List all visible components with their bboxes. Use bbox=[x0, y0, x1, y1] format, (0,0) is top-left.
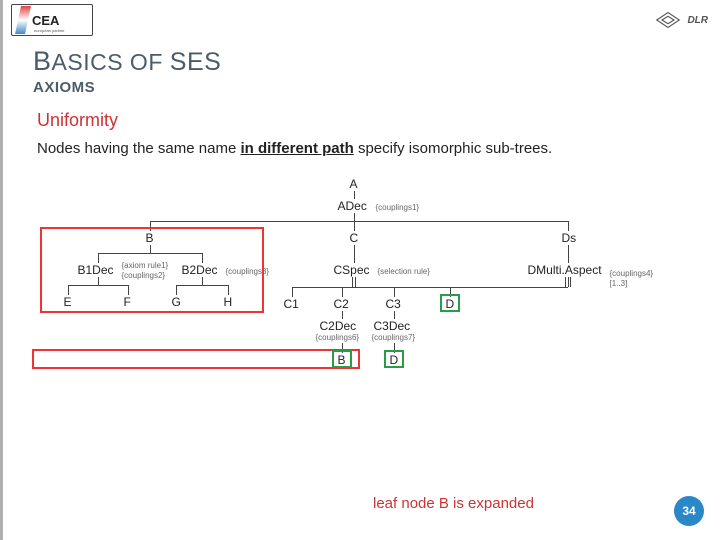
diagram-caption: leaf node B is expanded bbox=[373, 495, 534, 512]
highlight-D-leaf bbox=[384, 350, 404, 368]
page-number: 34 bbox=[674, 496, 704, 526]
content-section: Uniformity Nodes having the same name in… bbox=[3, 96, 720, 417]
ann-range: [1..3] bbox=[610, 279, 628, 288]
highlight-B-leaf bbox=[332, 350, 352, 368]
highlight-expansion-link bbox=[32, 349, 360, 369]
page-title: BASICS OF SES bbox=[33, 46, 720, 77]
node-C: C bbox=[350, 231, 359, 245]
slide-header: CEA european partner DLR bbox=[3, 0, 720, 38]
node-C1: C1 bbox=[284, 297, 299, 311]
ann-couplings6: {couplings6} bbox=[316, 333, 360, 342]
ann-couplings1: {couplings1} bbox=[376, 203, 420, 212]
node-C3: C3 bbox=[386, 297, 401, 311]
node-CSpec: CSpec bbox=[334, 263, 370, 277]
body-text: Nodes having the same name in different … bbox=[37, 139, 690, 159]
ann-couplings7: {couplings7} bbox=[372, 333, 416, 342]
node-DMultiAspect: DMulti.Aspect bbox=[528, 263, 602, 277]
title-block: BASICS OF SES AXIOMS bbox=[3, 38, 720, 96]
node-Ds: Ds bbox=[562, 231, 577, 245]
section-title: Uniformity bbox=[37, 110, 690, 131]
cea-logo: CEA european partner bbox=[11, 4, 93, 36]
highlight-B-subtree bbox=[40, 227, 264, 313]
node-C3Dec: C3Dec bbox=[374, 319, 411, 333]
ann-selection-rule: {selection rule} bbox=[378, 267, 430, 276]
ann-couplings4: {couplings4} bbox=[610, 269, 654, 278]
node-C2Dec: C2Dec bbox=[320, 319, 357, 333]
node-ADec: ADec bbox=[338, 199, 367, 213]
cea-logo-text: CEA bbox=[32, 14, 59, 27]
dlr-icon bbox=[653, 8, 683, 32]
tree-diagram: A ADec {couplings1} B C Ds B1Dec {axiom … bbox=[54, 177, 674, 417]
dlr-logo: DLR bbox=[653, 8, 708, 32]
highlight-D bbox=[440, 294, 460, 312]
node-C2: C2 bbox=[334, 297, 349, 311]
page-subtitle: AXIOMS bbox=[33, 79, 720, 96]
dlr-logo-text: DLR bbox=[687, 15, 708, 26]
node-A: A bbox=[350, 177, 358, 191]
